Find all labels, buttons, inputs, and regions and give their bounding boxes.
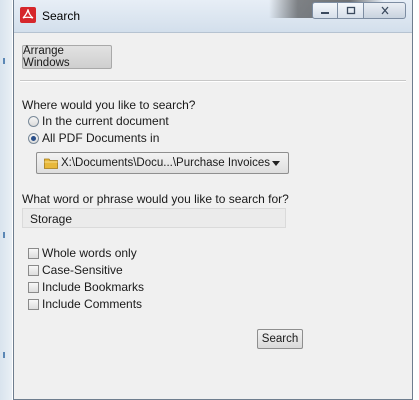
maximize-icon[interactable] <box>338 2 364 19</box>
edge-marker <box>3 58 5 64</box>
search-dialog: Search Arrange Windows Where would you l… <box>13 0 413 400</box>
radio-all-pdf-documents-label[interactable]: All PDF Documents in <box>42 131 159 145</box>
chevron-down-icon <box>272 161 280 166</box>
search-button[interactable]: Search <box>257 329 303 349</box>
checkbox-case-sensitive[interactable] <box>28 265 39 276</box>
checkbox-include-bookmarks-label[interactable]: Include Bookmarks <box>42 280 144 294</box>
checkbox-include-comments-label[interactable]: Include Comments <box>42 297 142 311</box>
window-controls <box>312 2 406 19</box>
background-window-edge <box>0 0 12 400</box>
checkbox-case-sensitive-label[interactable]: Case-Sensitive <box>42 263 123 277</box>
location-value: X:\Documents\Docu...\Purchase Invoices <box>61 157 271 169</box>
checkbox-whole-words[interactable] <box>28 248 39 259</box>
close-icon[interactable] <box>364 2 406 19</box>
edge-marker <box>3 352 5 358</box>
what-question: What word or phrase would you like to se… <box>22 192 289 206</box>
radio-current-document-label[interactable]: In the current document <box>42 114 169 128</box>
checkbox-include-comments[interactable] <box>28 299 39 310</box>
acrobat-icon <box>20 7 36 23</box>
edge-marker <box>3 232 5 238</box>
arrange-windows-button[interactable]: Arrange Windows <box>22 45 112 69</box>
divider <box>20 80 406 82</box>
title-bar[interactable]: Search <box>14 0 412 33</box>
checkbox-include-bookmarks[interactable] <box>28 282 39 293</box>
radio-all-pdf-documents[interactable] <box>28 133 39 144</box>
dialog-body: Arrange Windows Where would you like to … <box>14 32 412 400</box>
search-phrase-input[interactable]: Storage <box>22 208 286 228</box>
folder-icon <box>44 158 58 169</box>
checkbox-whole-words-label[interactable]: Whole words only <box>42 246 137 260</box>
radio-current-document[interactable] <box>28 116 39 127</box>
where-question: Where would you like to search? <box>22 98 196 112</box>
minimize-icon[interactable] <box>312 2 338 19</box>
location-dropdown[interactable]: X:\Documents\Docu...\Purchase Invoices <box>36 152 289 174</box>
window-title: Search <box>42 9 81 23</box>
